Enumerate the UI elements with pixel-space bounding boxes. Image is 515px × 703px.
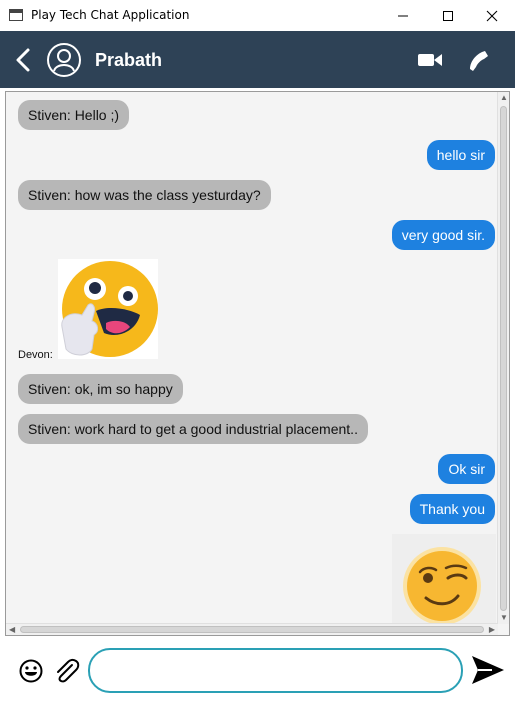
video-call-button[interactable] [417, 51, 443, 69]
back-arrow-icon [16, 48, 30, 72]
vertical-scrollbar[interactable]: ▲ ▼ [497, 92, 509, 624]
horizontal-scrollbar-thumb[interactable] [20, 626, 484, 633]
contact-name: Prabath [95, 50, 163, 70]
scroll-up-icon[interactable]: ▲ [500, 93, 508, 103]
message-bubble-incoming: Stiven: Hello ;) [18, 100, 130, 130]
send-button[interactable] [470, 654, 506, 686]
video-call-icon [418, 54, 442, 66]
user-avatar-icon [47, 43, 81, 77]
message-bubble-incoming: Stiven: how was the class yesturday? [18, 180, 271, 210]
message-bubble-outgoing: very good sir. [391, 220, 495, 250]
chat-panel: Stiven: Hello ;) hello sir Stiven: how w… [5, 91, 510, 636]
message-input[interactable] [88, 648, 463, 693]
message-bubble-incoming: Stiven: work hard to get a good industri… [18, 414, 368, 444]
phone-call-button[interactable] [465, 47, 491, 73]
emoji-button[interactable] [19, 659, 43, 683]
back-button[interactable] [14, 47, 34, 73]
attach-icon [57, 658, 80, 683]
chat-header: Prabath [0, 31, 515, 88]
close-button[interactable] [469, 0, 515, 31]
sender-label: Devon: [18, 349, 53, 361]
sticker-message[interactable] [58, 259, 158, 359]
avatar[interactable] [46, 42, 82, 78]
close-icon [486, 10, 498, 21]
attach-button[interactable] [52, 657, 80, 685]
scroll-left-icon[interactable]: ◀ [9, 625, 15, 635]
minimize-button[interactable] [380, 0, 426, 31]
horizontal-scrollbar[interactable]: ◀ ▶ [6, 623, 498, 635]
sticker-message[interactable] [392, 534, 496, 624]
window-titlebar: Play Tech Chat Application [0, 0, 515, 31]
emoji-icon [19, 659, 43, 683]
send-icon [472, 656, 504, 684]
message-bubble-outgoing: hello sir [426, 140, 495, 170]
scroll-right-icon[interactable]: ▶ [489, 625, 495, 635]
phone-call-icon [470, 51, 488, 71]
composer-bar [0, 638, 515, 703]
message-list[interactable]: Stiven: Hello ;) hello sir Stiven: how w… [6, 92, 498, 624]
minimize-icon [398, 15, 408, 16]
message-bubble-outgoing: Thank you [409, 494, 495, 524]
app-window-icon [9, 9, 23, 21]
vertical-scrollbar-thumb[interactable] [500, 106, 507, 611]
message-bubble-outgoing: Ok sir [438, 454, 495, 484]
scroll-down-icon[interactable]: ▼ [500, 613, 508, 623]
window-title: Play Tech Chat Application [31, 8, 190, 22]
thumbs-up-emoji-icon [61, 261, 158, 357]
message-bubble-incoming: Stiven: ok, im so happy [18, 374, 183, 404]
maximize-icon [443, 10, 453, 21]
maximize-button[interactable] [425, 0, 471, 31]
winking-face-emoji-icon [403, 547, 481, 624]
